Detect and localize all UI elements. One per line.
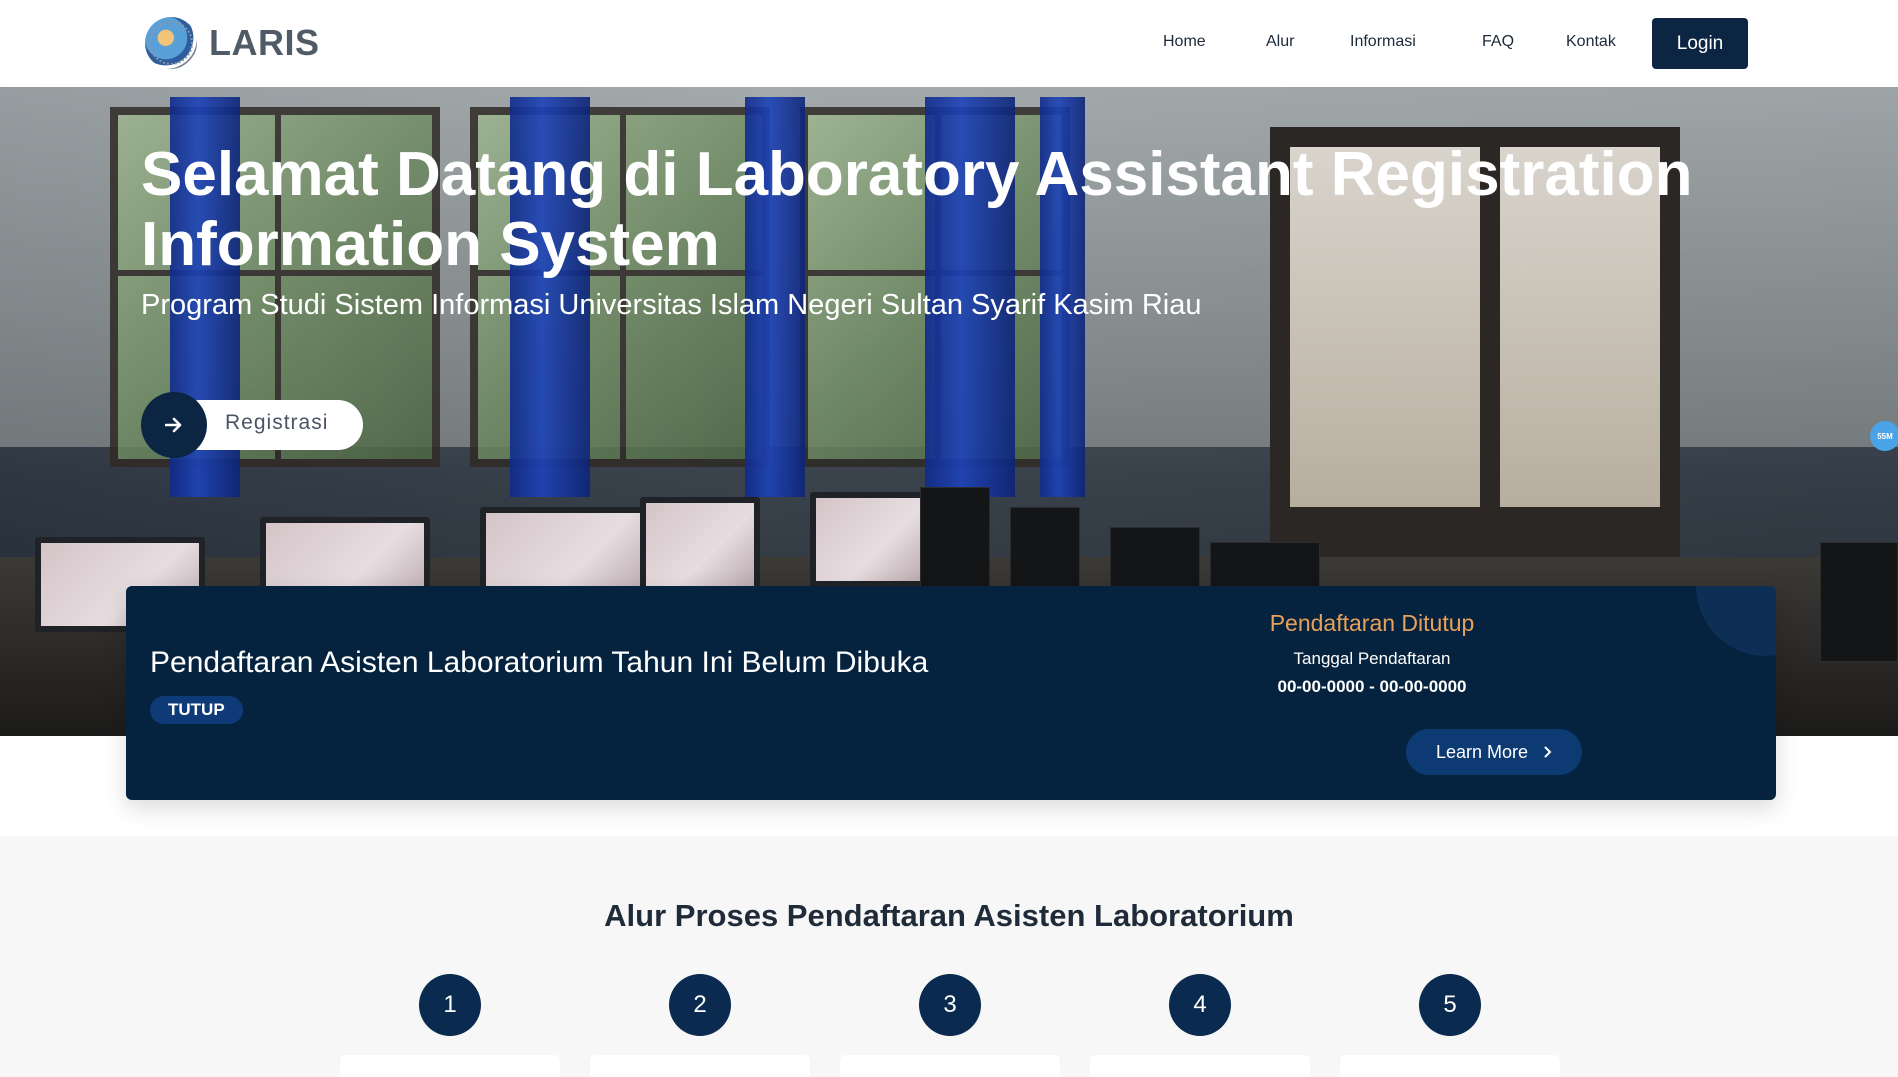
step-card <box>1090 1055 1310 1077</box>
side-floating-badge[interactable]: 55M <box>1870 421 1898 451</box>
date-value: 00-00-0000 - 00-00-0000 <box>1277 677 1467 696</box>
learn-more-label: Learn More <box>1435 741 1529 762</box>
step-number: 1 <box>419 974 481 1036</box>
brand[interactable]: LARIS <box>145 17 320 69</box>
step-card <box>590 1055 810 1077</box>
chevron-right-icon <box>1544 742 1552 763</box>
university-seal-icon <box>145 17 197 69</box>
hero-title: Selamat Datang di Laboratory Assistant R… <box>141 140 1693 279</box>
hero-subtitle: Program Studi Sistem Informasi Universit… <box>141 289 1202 321</box>
login-button[interactable]: Login <box>1652 18 1748 69</box>
hero-monitor <box>810 492 930 587</box>
registration-status-card: Pendaftaran Asisten Laboratorium Tahun I… <box>126 586 1776 800</box>
step-number: 4 <box>1169 974 1231 1036</box>
hero-monitor <box>640 497 760 592</box>
learn-more-button[interactable]: Learn More <box>1406 729 1582 775</box>
registration-info: Pendaftaran Ditutup Tanggal Pendaftaran … <box>1262 610 1482 697</box>
step-card <box>840 1055 1060 1077</box>
step-number: 2 <box>669 974 731 1036</box>
alur-title: Alur Proses Pendaftaran Asisten Laborato… <box>604 898 1294 933</box>
status-badge: TUTUP <box>150 696 243 724</box>
navbar: LARIS Home Alur Informasi FAQ Kontak Log… <box>0 0 1898 87</box>
nav-home[interactable]: Home <box>1163 33 1206 51</box>
step-card <box>340 1055 560 1077</box>
step-number: 3 <box>919 974 981 1036</box>
brand-name: LARIS <box>209 22 320 63</box>
alur-section: Alur Proses Pendaftaran Asisten Laborato… <box>0 836 1898 1077</box>
status-title: Pendaftaran Asisten Laboratorium Tahun I… <box>150 646 929 679</box>
date-label: Tanggal Pendaftaran <box>1293 649 1451 668</box>
nav-informasi[interactable]: Informasi <box>1350 33 1416 51</box>
closed-label: Pendaftaran Ditutup <box>1269 610 1475 636</box>
nav-alur[interactable]: Alur <box>1266 33 1294 51</box>
nav-faq[interactable]: FAQ <box>1482 33 1514 51</box>
step-number: 5 <box>1419 974 1481 1036</box>
register-button[interactable]: Registrasi <box>141 392 363 458</box>
step-card <box>1340 1055 1560 1077</box>
hero-cpu <box>1820 542 1898 662</box>
register-label: Registrasi <box>225 411 329 434</box>
arrow-right-icon <box>141 392 207 458</box>
nav-kontak[interactable]: Kontak <box>1566 33 1616 51</box>
